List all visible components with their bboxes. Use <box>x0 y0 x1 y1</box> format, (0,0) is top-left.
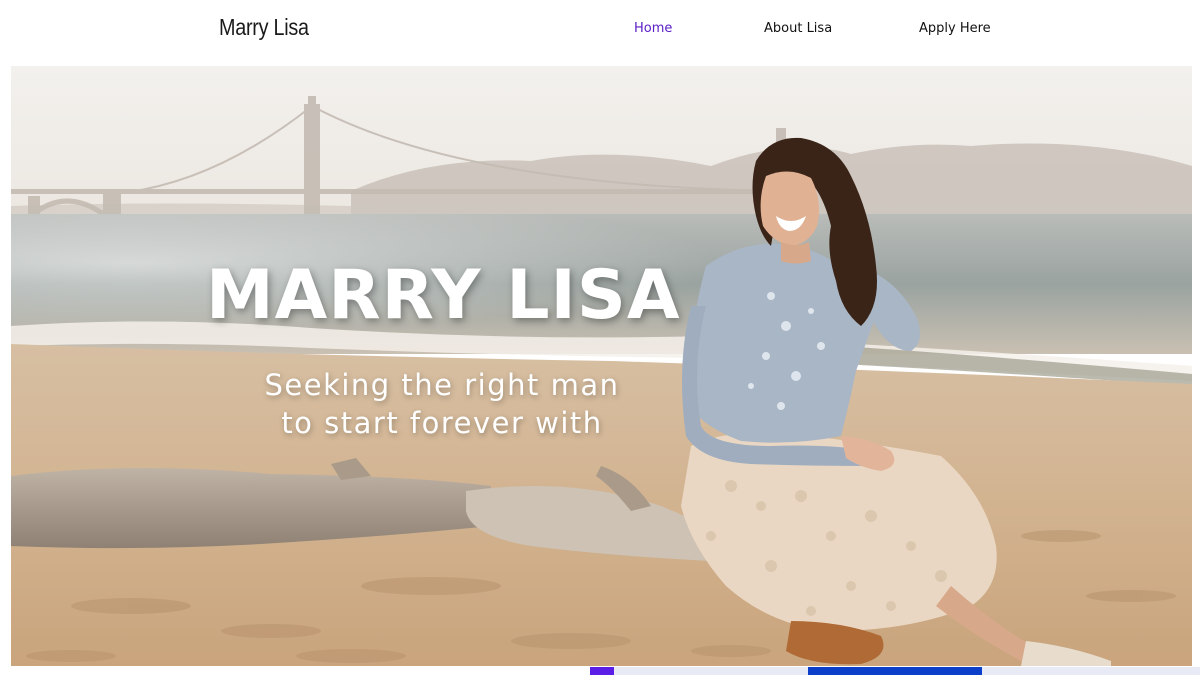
site-header: Marry Lisa Home About Lisa Apply Here <box>0 0 1200 62</box>
hero-subtitle-line-2: to start forever with <box>281 406 603 440</box>
bottom-strip-accent <box>590 667 614 675</box>
nav-about-lisa[interactable]: About Lisa <box>764 21 832 36</box>
site-logo[interactable]: Marry Lisa <box>219 14 309 41</box>
nav-apply-here[interactable]: Apply Here <box>919 21 991 36</box>
hero-subtitle-line-1: Seeking the right man <box>264 368 620 402</box>
hero-subtitle: Seeking the right man to start forever w… <box>247 366 637 442</box>
bottom-progress-strip <box>590 667 1200 675</box>
hero-title: MARRY LISA <box>206 256 681 335</box>
hero-section: MARRY LISA Seeking the right man to star… <box>11 66 1192 666</box>
nav-home[interactable]: Home <box>634 21 672 36</box>
bottom-strip-blue <box>808 667 982 675</box>
